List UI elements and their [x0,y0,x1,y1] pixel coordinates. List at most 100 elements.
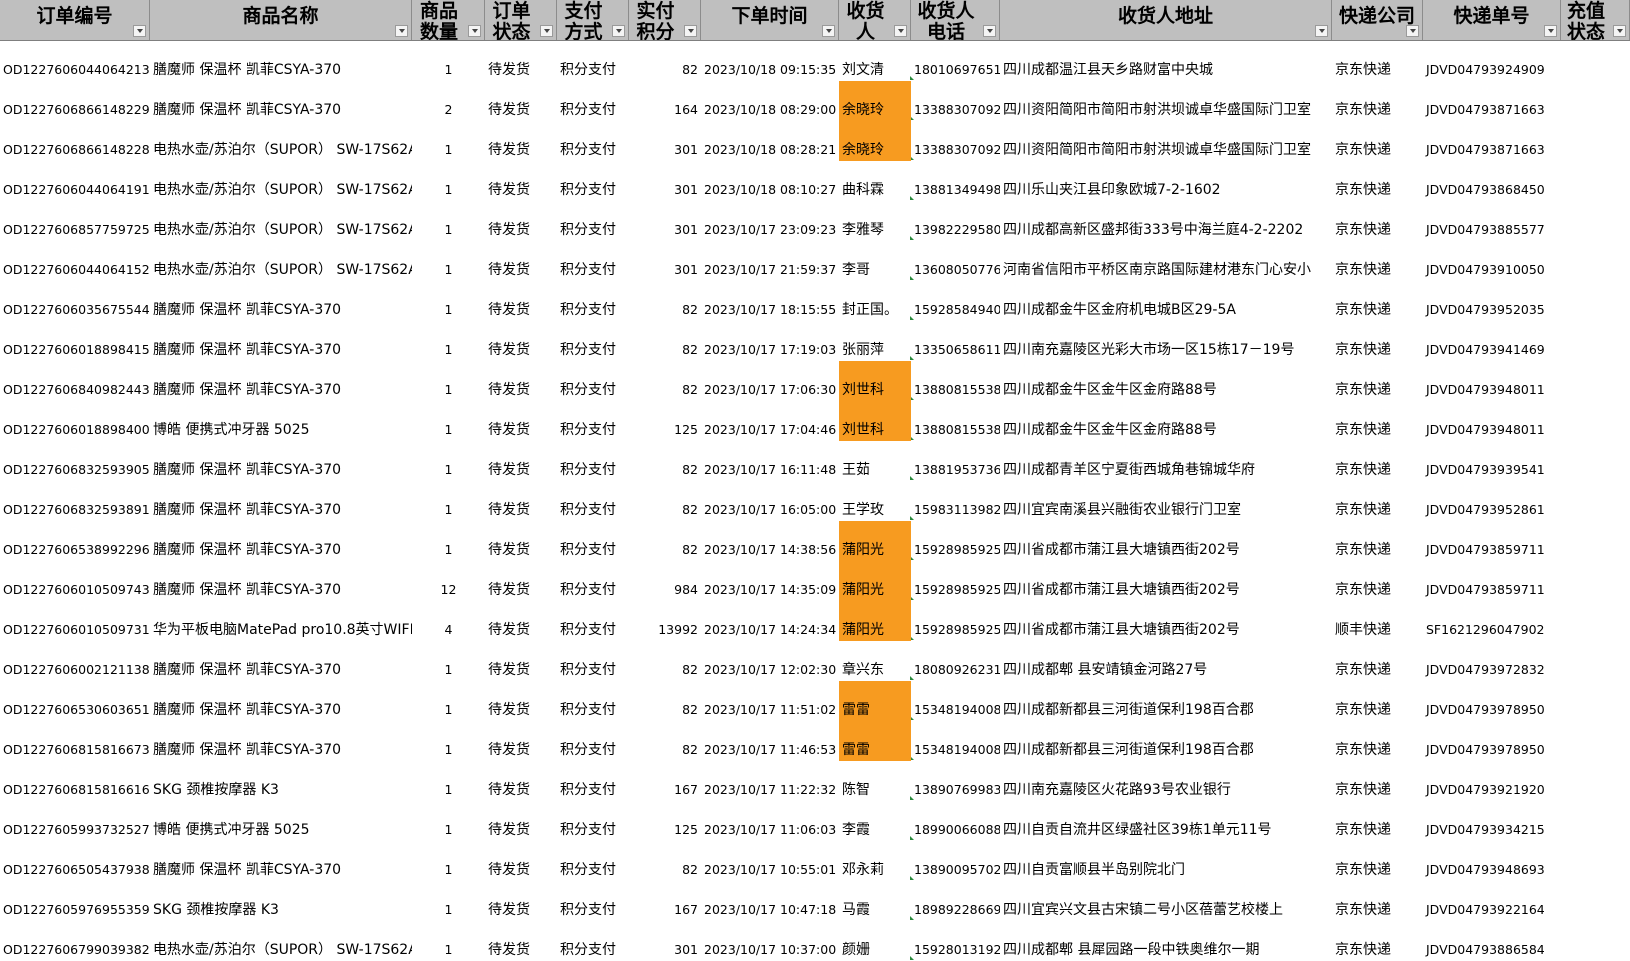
cell-phone[interactable]: 13608050776 [911,241,1000,281]
cell-time[interactable]: 2023/10/17 21:59:37 [701,241,839,281]
cell-status[interactable]: 待发货 [485,81,557,121]
cell-product[interactable]: 华为平板电脑MatePad pro10.8英寸WIFI版 [150,601,412,641]
cell-product[interactable]: SKG 颈椎按摩器 K3 [150,881,412,921]
cell-order-id[interactable]: OD1227606866148229 [0,81,150,121]
cell-phone[interactable]: 18990066088 [911,801,1000,841]
cell-address[interactable]: 四川资阳简阳市简阳市射洪坝诚卓华盛国际门卫室 [1000,121,1332,161]
cell-status[interactable]: 待发货 [485,641,557,681]
cell-tracking[interactable]: JDVD04793859711 [1423,561,1561,601]
cell-points[interactable]: 301 [629,241,701,281]
cell-phone[interactable]: 13388307092 [911,81,1000,121]
cell-points[interactable]: 984 [629,561,701,601]
cell-pay[interactable]: 积分支付 [557,201,629,241]
cell-phone[interactable]: 15928584940 [911,281,1000,321]
cell-phone[interactable]: 13881349498 [911,161,1000,201]
cell-order-id[interactable]: OD1227606840982443 [0,361,150,401]
cell-phone[interactable]: 13881953736 [911,441,1000,481]
cell-qty[interactable]: 1 [412,201,485,241]
cell-tracking[interactable]: JDVD04793948693 [1423,841,1561,881]
cell-address[interactable]: 四川成都新都县三河街道保利198百合郡 [1000,721,1332,761]
cell-points[interactable]: 301 [629,121,701,161]
cell-tracking[interactable]: JDVD04793948011 [1423,401,1561,441]
cell-time[interactable]: 2023/10/17 14:24:34 [701,601,839,641]
cell-tracking[interactable]: JDVD04793924909 [1423,41,1561,81]
cell-phone[interactable]: 15983113982 [911,481,1000,521]
cell-qty[interactable]: 1 [412,321,485,361]
cell-points[interactable]: 82 [629,481,701,521]
filter-dropdown-icon[interactable] [684,25,697,37]
cell-pay[interactable]: 积分支付 [557,81,629,121]
cell-tracking[interactable]: JDVD04793934215 [1423,801,1561,841]
cell-tracking[interactable]: SF1621296047902 [1423,601,1561,641]
header-recharge[interactable]: 充值状态 [1561,0,1630,40]
cell-tracking[interactable]: JDVD04793972832 [1423,641,1561,681]
cell-time[interactable]: 2023/10/18 09:15:35 [701,41,839,81]
cell-order-id[interactable]: OD1227606799039382 [0,921,150,961]
cell-qty[interactable]: 12 [412,561,485,601]
cell-phone[interactable]: 13880815538 [911,401,1000,441]
cell-courier[interactable]: 京东快递 [1332,721,1423,761]
filter-dropdown-icon[interactable] [468,25,481,37]
cell-courier[interactable]: 京东快递 [1332,401,1423,441]
cell-order-id[interactable]: OD1227606832593891 [0,481,150,521]
cell-qty[interactable]: 1 [412,521,485,561]
cell-time[interactable]: 2023/10/17 11:46:53 [701,721,839,761]
cell-product[interactable]: 膳魔师 保温杯 凯菲CSYA-370 [150,561,412,601]
cell-time[interactable]: 2023/10/17 14:38:56 [701,521,839,561]
cell-order-id[interactable]: OD1227606832593905 [0,441,150,481]
cell-name[interactable]: 蒲阳光 [839,601,911,641]
cell-order-id[interactable]: OD1227606857759725 [0,201,150,241]
cell-phone[interactable]: 15348194008 [911,721,1000,761]
cell-time[interactable]: 2023/10/17 16:05:00 [701,481,839,521]
cell-points[interactable]: 82 [629,721,701,761]
cell-product[interactable]: 博皓 便携式冲牙器 5025 [150,401,412,441]
header-courier[interactable]: 快递公司 [1332,0,1423,40]
cell-address[interactable]: 四川成都高新区盛邦街333号中海兰庭4-2-2202 [1000,201,1332,241]
cell-tracking[interactable]: JDVD04793886584 [1423,921,1561,961]
cell-qty[interactable]: 1 [412,241,485,281]
cell-qty[interactable]: 1 [412,921,485,961]
cell-product[interactable]: 电热水壶/苏泊尔（SUPOR） SW-17S62A [150,201,412,241]
cell-points[interactable]: 167 [629,761,701,801]
cell-phone[interactable]: 15928985925 [911,521,1000,561]
cell-qty[interactable]: 4 [412,601,485,641]
cell-points[interactable]: 13992 [629,601,701,641]
cell-time[interactable]: 2023/10/17 14:35:09 [701,561,839,601]
cell-pay[interactable]: 积分支付 [557,761,629,801]
filter-dropdown-icon[interactable] [983,25,996,37]
cell-product[interactable]: 膳魔师 保温杯 凯菲CSYA-370 [150,281,412,321]
cell-points[interactable]: 82 [629,41,701,81]
cell-courier[interactable]: 京东快递 [1332,241,1423,281]
cell-courier[interactable]: 京东快递 [1332,481,1423,521]
cell-points[interactable]: 167 [629,881,701,921]
cell-time[interactable]: 2023/10/18 08:28:21 [701,121,839,161]
cell-status[interactable]: 待发货 [485,121,557,161]
cell-pay[interactable]: 积分支付 [557,41,629,81]
cell-product[interactable]: 膳魔师 保温杯 凯菲CSYA-370 [150,81,412,121]
cell-address[interactable]: 四川乐山夹江县印象欧城7-2-1602 [1000,161,1332,201]
cell-address[interactable]: 四川宜宾兴文县古宋镇二号小区蓓蕾艺校楼上 [1000,881,1332,921]
cell-name[interactable]: 王茹 [839,441,911,481]
cell-courier[interactable]: 京东快递 [1332,441,1423,481]
cell-pay[interactable]: 积分支付 [557,601,629,641]
cell-pay[interactable]: 积分支付 [557,121,629,161]
cell-pay[interactable]: 积分支付 [557,801,629,841]
filter-dropdown-icon[interactable] [1315,25,1328,37]
cell-address[interactable]: 四川南充嘉陵区火花路93号农业银行 [1000,761,1332,801]
cell-tracking[interactable]: JDVD04793921920 [1423,761,1561,801]
cell-tracking[interactable]: JDVD04793978950 [1423,721,1561,761]
cell-order-id[interactable]: OD1227606002121138 [0,641,150,681]
header-phone[interactable]: 收货人电话 [911,0,1000,40]
cell-time[interactable]: 2023/10/17 11:06:03 [701,801,839,841]
cell-status[interactable]: 待发货 [485,281,557,321]
cell-qty[interactable]: 1 [412,721,485,761]
cell-product[interactable]: 电热水壶/苏泊尔（SUPOR） SW-17S62A [150,241,412,281]
cell-order-id[interactable]: OD1227606044064213 [0,41,150,81]
cell-phone[interactable]: 15928013192 [911,921,1000,961]
cell-product[interactable]: 膳魔师 保温杯 凯菲CSYA-370 [150,521,412,561]
cell-points[interactable]: 82 [629,441,701,481]
cell-courier[interactable]: 京东快递 [1332,881,1423,921]
cell-tracking[interactable]: JDVD04793952861 [1423,481,1561,521]
cell-courier[interactable]: 京东快递 [1332,41,1423,81]
cell-points[interactable]: 125 [629,801,701,841]
